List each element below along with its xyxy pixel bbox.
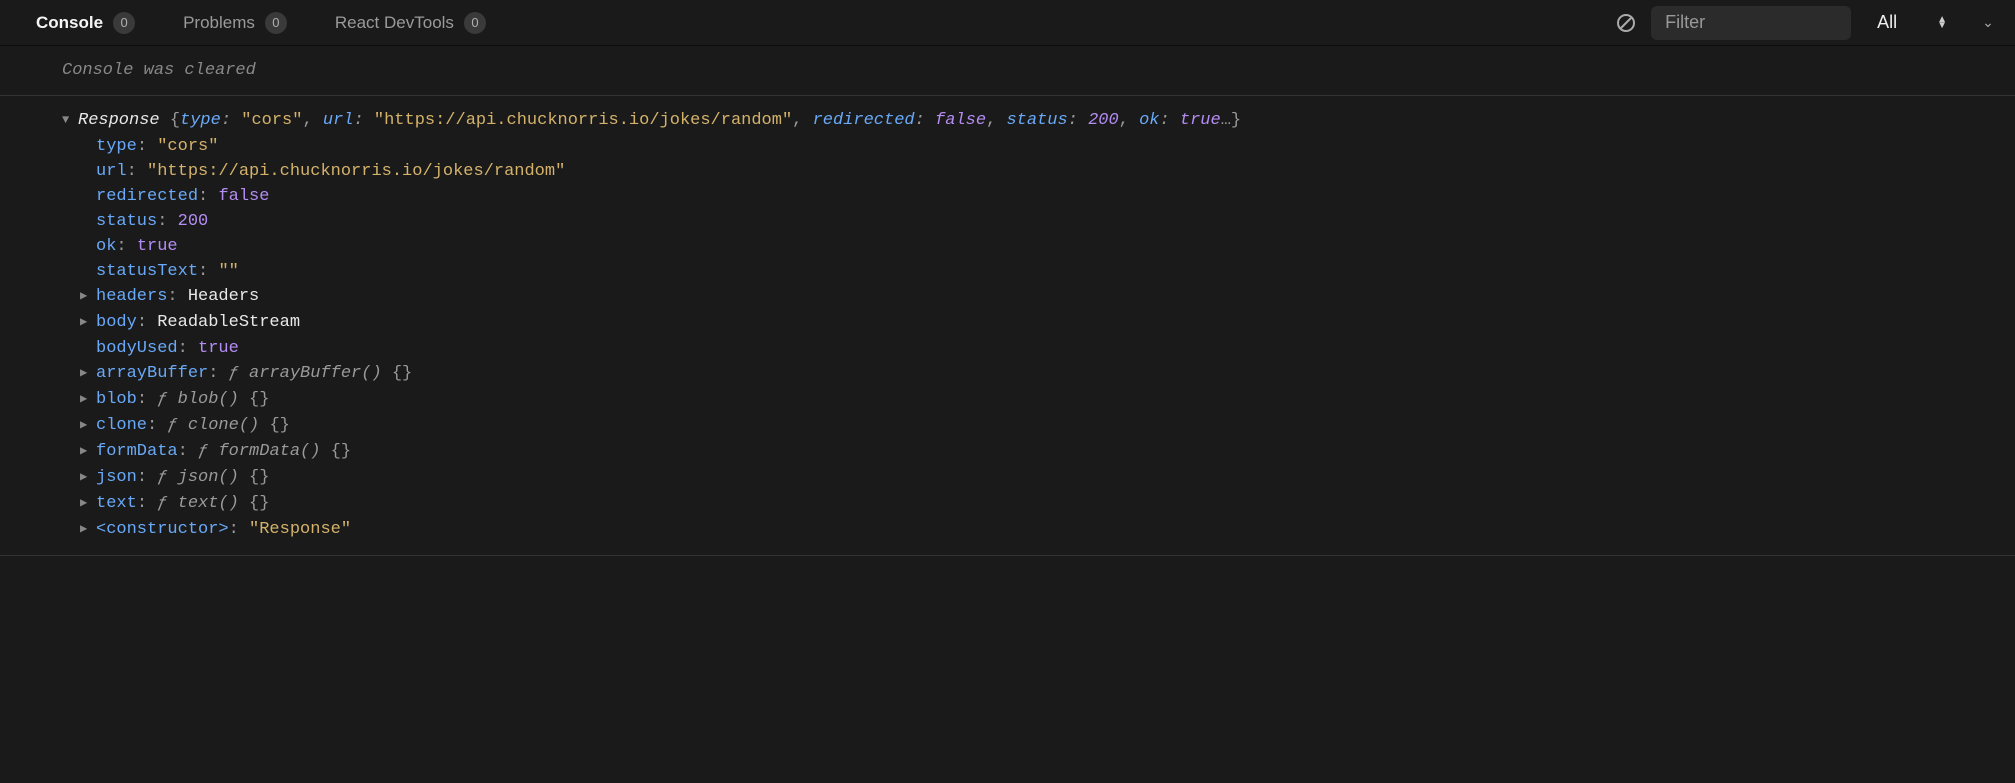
prop-constructor[interactable]: <constructor>: "Response"	[80, 517, 2015, 543]
prop-blob[interactable]: blob: ƒ blob() {}	[80, 387, 2015, 413]
tab-console-label: Console	[36, 13, 103, 33]
prop-ok: ok: true	[80, 234, 2015, 259]
disclosure-triangle-icon[interactable]	[80, 517, 94, 542]
tab-problems-badge: 0	[265, 12, 287, 34]
tab-react-label: React DevTools	[335, 13, 454, 33]
prop-arraybuffer[interactable]: arrayBuffer: ƒ arrayBuffer() {}	[80, 361, 2015, 387]
prop-redirected: redirected: false	[80, 184, 2015, 209]
disclosure-triangle-icon[interactable]	[80, 387, 94, 412]
tab-console[interactable]: Console 0	[36, 12, 135, 34]
disclosure-triangle-icon[interactable]	[80, 413, 94, 438]
filter-input[interactable]	[1651, 6, 1851, 40]
prop-json[interactable]: json: ƒ json() {}	[80, 465, 2015, 491]
clear-console-icon[interactable]	[1615, 12, 1637, 34]
log-level-select[interactable]: All ▲▼	[1865, 6, 1959, 40]
console-log-area: Console was cleared Response {type: "cor…	[0, 46, 2015, 556]
tab-react-devtools[interactable]: React DevTools 0	[335, 12, 486, 34]
prop-text[interactable]: text: ƒ text() {}	[80, 491, 2015, 517]
disclosure-triangle-icon[interactable]	[80, 439, 94, 464]
object-expanded-children: type: "cors" url: "https://api.chucknorr…	[62, 134, 2015, 543]
tab-react-badge: 0	[464, 12, 486, 34]
disclosure-triangle-icon[interactable]	[80, 465, 94, 490]
prop-url: url: "https://api.chucknorris.io/jokes/r…	[80, 159, 2015, 184]
select-arrows-icon: ▲▼	[1937, 17, 1947, 29]
object-summary-row[interactable]: Response {type: "cors", url: "https://ap…	[62, 108, 2015, 134]
disclosure-triangle-icon[interactable]	[62, 108, 76, 133]
toolbar-right: All ▲▼ ⌄	[1615, 6, 2003, 40]
disclosure-triangle-icon[interactable]	[80, 284, 94, 309]
tab-problems[interactable]: Problems 0	[183, 12, 287, 34]
prop-bodyused: bodyUsed: true	[80, 336, 2015, 361]
tab-strip: Console 0 Problems 0 React DevTools 0	[12, 12, 486, 34]
prop-status: status: 200	[80, 209, 2015, 234]
console-cleared-message: Console was cleared	[0, 46, 2015, 96]
prop-headers[interactable]: headers: Headers	[80, 284, 2015, 310]
tab-console-badge: 0	[113, 12, 135, 34]
console-log-entry: Response {type: "cors", url: "https://ap…	[0, 96, 2015, 556]
object-class-name: Response	[78, 111, 160, 130]
log-level-label: All	[1877, 12, 1897, 33]
prop-clone[interactable]: clone: ƒ clone() {}	[80, 413, 2015, 439]
chevron-down-icon[interactable]: ⌄	[1973, 8, 2003, 38]
prop-type: type: "cors"	[80, 134, 2015, 159]
prop-body[interactable]: body: ReadableStream	[80, 310, 2015, 336]
disclosure-triangle-icon[interactable]	[80, 491, 94, 516]
disclosure-triangle-icon[interactable]	[80, 361, 94, 386]
prop-statustext: statusText: ""	[80, 259, 2015, 284]
prop-formdata[interactable]: formData: ƒ formData() {}	[80, 439, 2015, 465]
tab-problems-label: Problems	[183, 13, 255, 33]
toolbar: Console 0 Problems 0 React DevTools 0 Al…	[0, 0, 2015, 46]
disclosure-triangle-icon[interactable]	[80, 310, 94, 335]
